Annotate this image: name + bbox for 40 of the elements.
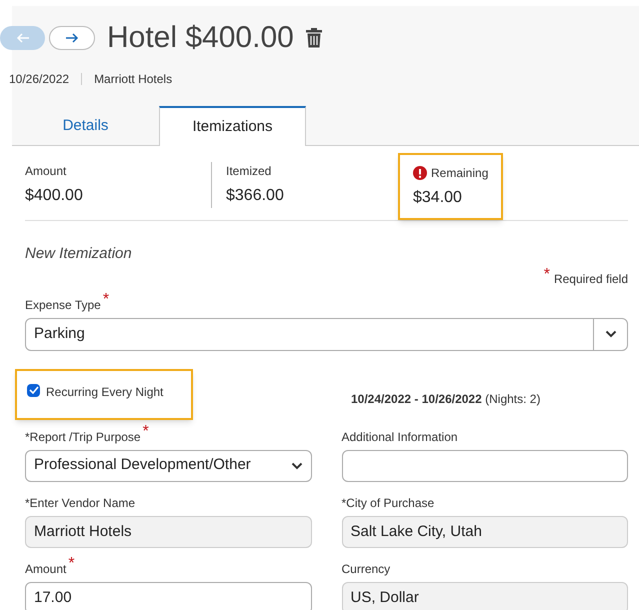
input-field[interactable] bbox=[342, 450, 628, 482]
tab[interactable]: Itemizations bbox=[159, 106, 306, 146]
meta-text: 10/26/2022 bbox=[9, 71, 70, 88]
required-asterisk: * bbox=[102, 292, 110, 308]
date-range-text: 10/24/2022 - 10/26/2022 (Nights: 2) bbox=[351, 390, 540, 408]
section-heading: New Itemization bbox=[25, 244, 133, 264]
summary-value: $366.00 bbox=[226, 186, 285, 206]
recurring-checkbox[interactable]: Recurring Every Night bbox=[15, 368, 193, 420]
input-field[interactable]: Salt Lake City, Utah bbox=[342, 516, 628, 548]
dropdown-field[interactable]: Professional Development/Other bbox=[25, 450, 312, 482]
summary-value: $400.00 bbox=[25, 186, 84, 206]
expense-type-dropdown[interactable]: Parking bbox=[25, 318, 628, 350]
input-field[interactable]: Marriott Hotels bbox=[25, 516, 312, 548]
left-arrow-icon bbox=[16, 33, 30, 43]
required-asterisk: * bbox=[544, 266, 550, 282]
checkbox[interactable] bbox=[27, 384, 40, 396]
chevron-down-icon bbox=[604, 330, 616, 338]
required-asterisk: * bbox=[142, 424, 149, 440]
trash-icon[interactable] bbox=[306, 28, 322, 48]
field-label: Expense Type bbox=[25, 296, 101, 314]
field-label: Additional Information bbox=[342, 428, 458, 446]
tab[interactable]: Details bbox=[12, 106, 159, 146]
input-field[interactable]: 17.00 bbox=[25, 582, 312, 610]
field-label: Amount bbox=[25, 560, 66, 578]
page-title: Hotel $400.00 bbox=[107, 23, 294, 53]
field-label: *City of Purchase bbox=[342, 494, 434, 512]
field-label: Currency bbox=[342, 560, 390, 578]
forward-button[interactable] bbox=[49, 26, 95, 50]
right-arrow-icon bbox=[65, 33, 79, 43]
summary-value: $34.00 bbox=[413, 188, 463, 208]
required-note: Required field bbox=[554, 270, 628, 288]
field-label: *Report /Trip Purpose bbox=[25, 428, 141, 446]
summary-label: Remaining bbox=[431, 165, 488, 182]
summary-label: Itemized bbox=[226, 163, 272, 180]
field-label: *Enter Vendor Name bbox=[25, 494, 136, 512]
chevron-down-icon bbox=[290, 462, 302, 470]
input-field[interactable]: US, Dollar bbox=[342, 582, 628, 610]
meta-text: Marriott Hotels bbox=[94, 71, 172, 88]
summary-label: Amount bbox=[25, 163, 66, 180]
required-asterisk: * bbox=[68, 556, 75, 572]
